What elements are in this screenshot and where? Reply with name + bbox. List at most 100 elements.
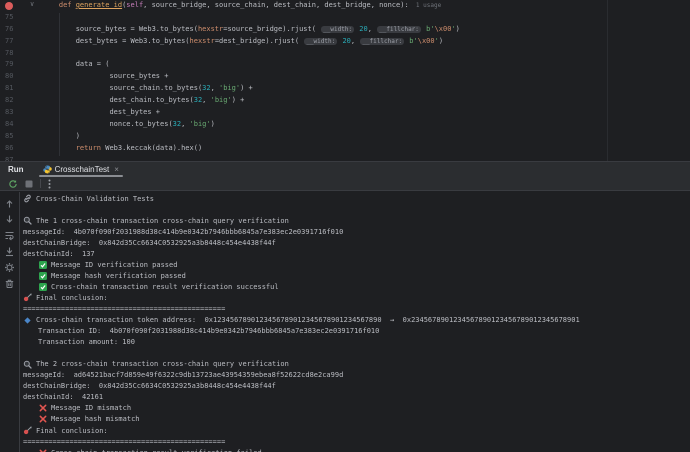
console-line: Message hash verification passed [23, 270, 690, 281]
code-line: 83 dest_bytes + [0, 107, 690, 119]
console-text: Cross-chain transaction result verificat… [51, 283, 279, 291]
line-number: 86 [5, 143, 13, 155]
console-text: destChainBridge: 0x842d35Cc6634C0532925a… [23, 239, 276, 247]
line-number: 75 [5, 12, 13, 24]
line-number: 80 [5, 71, 13, 83]
code-text: ) [42, 131, 80, 143]
code-line: 76 source_bytes = Web3.to_bytes(hexstr=s… [0, 24, 690, 36]
console-line: destChainId: 137 [23, 248, 690, 259]
code-text: dest_bytes + [42, 107, 160, 119]
console-text: Transaction ID: 4b070f090f2031988d38c414… [38, 327, 379, 335]
code-lines: ∨ def generate_id(self, source_bridge, s… [0, 0, 690, 161]
console-line: Cross-chain transaction result verificat… [23, 281, 690, 292]
code-text: source_bytes + [42, 71, 168, 83]
code-line: 84 nonce.to_bytes(32, 'big') [0, 119, 690, 131]
console-text: Transaction amount: 100 [38, 338, 135, 346]
code-line: 78 [0, 48, 690, 60]
console-text: destChainId: 137 [23, 250, 95, 258]
python-icon [43, 165, 52, 174]
arrow-up-icon[interactable] [4, 198, 15, 209]
code-line: 79 data = ( [0, 59, 690, 71]
console-text: The 2 cross-chain transaction cross-chai… [36, 360, 289, 368]
code-line: 80 source_bytes + [0, 71, 690, 83]
console-line: Final conclusion: [23, 425, 690, 436]
close-icon[interactable]: × [114, 166, 119, 174]
console-text: The 1 cross-chain transaction cross-chai… [36, 217, 289, 225]
code-text: def generate_id(self, source_bridge, sou… [42, 0, 441, 12]
code-line: 81 source_chain.to_bytes(32, 'big') + [0, 83, 690, 95]
check-icon [38, 260, 47, 269]
line-number: 82 [5, 95, 13, 107]
link-icon [23, 194, 32, 203]
console-text: ========================================… [23, 438, 225, 446]
toolbar-divider [40, 179, 41, 188]
run-tool-window-title: Run [0, 162, 36, 177]
console-line: destChainId: 42161 [23, 392, 690, 403]
code-text: return Web3.keccak(data).hex() [42, 143, 202, 155]
console-text: ========================================… [23, 305, 225, 313]
line-number: 85 [5, 131, 13, 143]
diamond-icon [23, 316, 32, 325]
code-text: dest_bytes = Web3.to_bytes(hexstr=dest_b… [42, 36, 443, 48]
arrow-down-icon[interactable] [4, 214, 15, 225]
fold-chevron-icon[interactable]: ∨ [30, 0, 34, 11]
soft-wrap-icon[interactable] [4, 230, 15, 241]
run-console: Cross-Chain Validation Tests The 1 cross-… [0, 192, 690, 452]
cross-icon [38, 404, 47, 413]
line-number: 81 [5, 83, 13, 95]
check-icon [38, 282, 47, 291]
trash-icon[interactable] [4, 278, 15, 289]
more-icon[interactable] [48, 179, 51, 189]
code-text: dest_chain.to_bytes(32, 'big') + [42, 95, 244, 107]
console-line: Final conclusion: [23, 292, 690, 303]
tab-crosschaintest[interactable]: CrosschainTest × [36, 162, 126, 177]
dart-icon [23, 426, 32, 435]
run-toolbar [0, 177, 690, 191]
code-text: nonce.to_bytes(32, 'big') [42, 119, 215, 131]
console-line: Transaction ID: 4b070f090f2031988d38c414… [23, 326, 690, 337]
stop-icon[interactable] [25, 180, 33, 188]
console-text: Final conclusion: [36, 427, 108, 435]
code-editor[interactable]: ∨ def generate_id(self, source_bridge, s… [0, 0, 690, 161]
console-line: ========================================… [23, 303, 690, 314]
console-line: Message ID mismatch [23, 403, 690, 414]
scroll-end-icon[interactable] [4, 246, 15, 257]
code-text: data = ( [42, 59, 109, 71]
console-text: Cross-chain transaction token address: 0… [36, 316, 580, 324]
check-icon [38, 271, 47, 280]
run-panel: Run CrosschainTest × [0, 161, 690, 452]
code-line: 85 ) [0, 131, 690, 143]
line-number: 76 [5, 24, 13, 36]
console-line: The 2 cross-chain transaction cross-chai… [23, 359, 690, 370]
rerun-icon[interactable] [8, 179, 18, 189]
console-line: Message ID verification passed [23, 259, 690, 270]
console-text: Final conclusion: [36, 294, 108, 302]
settings-gear-icon[interactable] [4, 262, 15, 273]
dart-icon [23, 293, 32, 302]
console-gutter [0, 192, 20, 452]
tab-label: CrosschainTest [55, 165, 110, 174]
breakpoint-dot[interactable] [5, 2, 13, 10]
console-text: Message hash verification passed [51, 272, 186, 280]
console-line: Transaction amount: 100 [23, 337, 690, 348]
line-number: 84 [5, 119, 13, 131]
console-line: Cross-chain transaction result verificat… [23, 447, 690, 452]
console-text: destChainId: 42161 [23, 393, 103, 401]
console-text: Cross-chain transaction result verificat… [51, 449, 262, 452]
line-number: 77 [5, 36, 13, 48]
active-tab-underline [39, 175, 123, 177]
code-text: source_bytes = Web3.to_bytes(hexstr=sour… [42, 24, 460, 36]
code-line: 75 [0, 12, 690, 24]
line-number: 79 [5, 59, 13, 71]
console-text: destChainBridge: 0x842d35Cc6634C0532925a… [23, 382, 276, 390]
console-line: Cross-Chain Validation Tests [23, 193, 690, 204]
console-line: messageId: 4b070f090f2031988d38c414b9e03… [23, 226, 690, 237]
console-text: Message ID mismatch [51, 404, 131, 412]
console-line [23, 204, 690, 215]
run-panel-header: Run CrosschainTest × [0, 162, 690, 177]
console-text: Message ID verification passed [51, 261, 177, 269]
cross-icon [38, 448, 47, 452]
code-line: 86 return Web3.keccak(data).hex() [0, 143, 690, 155]
console-output[interactable]: Cross-Chain Validation Tests The 1 cross-… [20, 192, 690, 452]
console-line: The 1 cross-chain transaction cross-chai… [23, 215, 690, 226]
